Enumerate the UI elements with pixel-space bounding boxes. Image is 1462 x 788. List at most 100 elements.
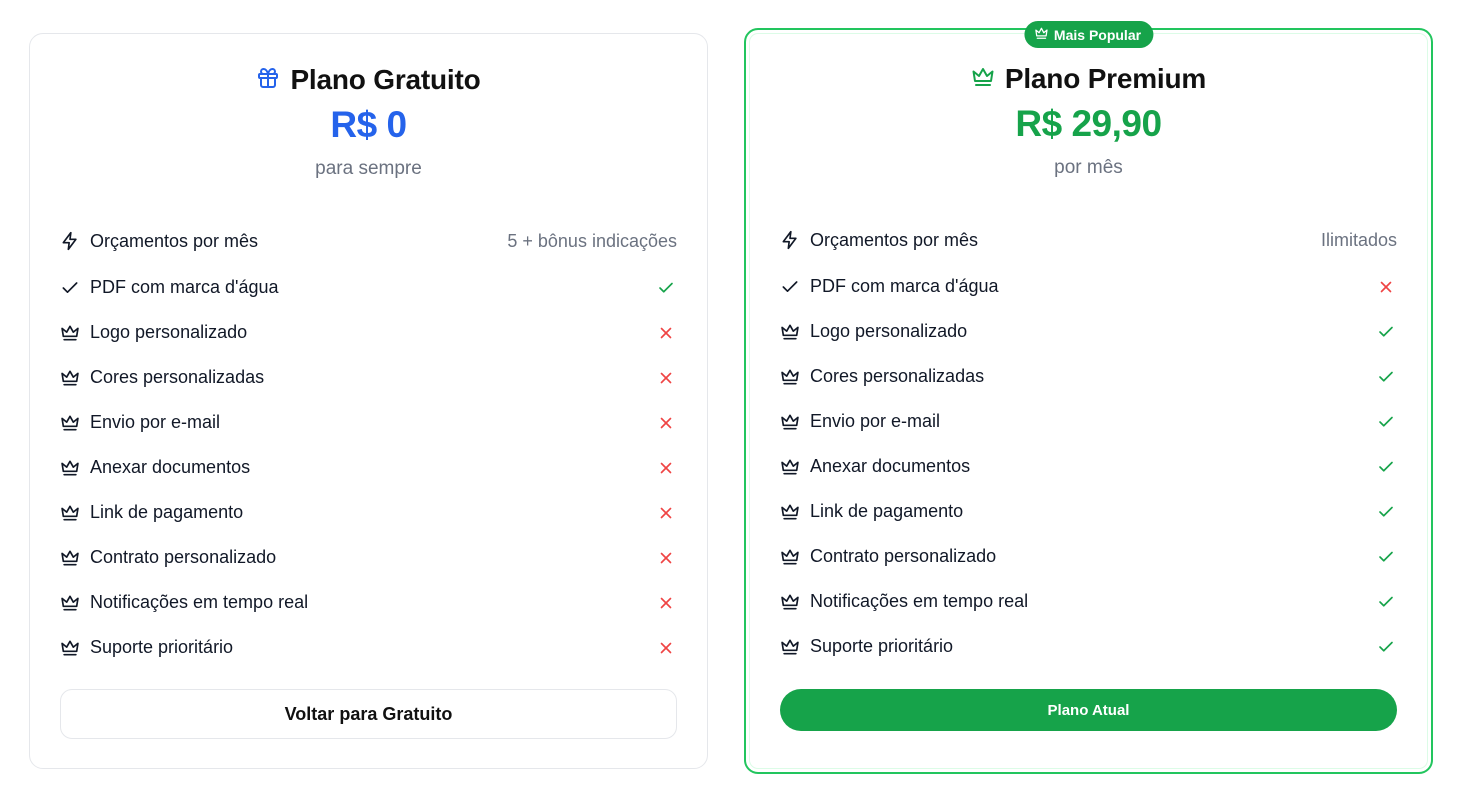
plan-period: por mês — [1054, 157, 1123, 178]
feature-list: Orçamentos por mês Ilimitados PDF com marc… — [780, 216, 1397, 669]
crown-icon — [780, 367, 800, 387]
crown-icon — [60, 413, 80, 433]
feature-label: Logo personalizado — [810, 321, 968, 341]
crown-icon — [60, 458, 80, 478]
feature-label: Anexar documentos — [810, 456, 971, 476]
feature-row: Anexar documentos — [60, 445, 677, 490]
feature-left: Envio por e-mail — [780, 411, 940, 432]
feature-left: Orçamentos por mês — [780, 230, 978, 251]
feature-label: Suporte prioritário — [810, 636, 954, 656]
check-icon — [60, 278, 80, 298]
crown-icon — [60, 368, 80, 388]
feature-label: Cores personalizadas — [90, 367, 265, 387]
excluded-x-icon — [657, 639, 677, 657]
feature-label: PDF com marca d'água — [810, 276, 999, 296]
feature-left: Logo personalizado — [60, 322, 247, 343]
crown-icon — [780, 637, 800, 657]
feature-label: Link de pagamento — [810, 501, 964, 521]
feature-row: Notificações em tempo real — [780, 579, 1397, 624]
crown-icon — [60, 323, 80, 343]
crown-icon — [60, 638, 80, 658]
feature-label: Link de pagamento — [90, 502, 244, 522]
feature-row: Link de pagamento — [780, 489, 1397, 534]
feature-row: Envio por e-mail — [60, 400, 677, 445]
feature-row: PDF com marca d'água — [60, 265, 677, 310]
premium-plan-card: Mais Popular Plano Premium R$ 29,90 por … — [744, 21, 1433, 774]
feature-left: Cores personalizadas — [60, 367, 264, 388]
crown-icon — [1034, 26, 1048, 43]
included-check-icon — [657, 279, 677, 297]
feature-left: Contrato personalizado — [60, 547, 276, 568]
feature-row: Contrato personalizado — [780, 534, 1397, 579]
excluded-x-icon — [657, 369, 677, 387]
included-check-icon — [1377, 413, 1397, 431]
feature-label: Notificações em tempo real — [810, 591, 1029, 611]
feature-list: Orçamentos por mês 5 + bônus indicações PD… — [60, 217, 677, 670]
plan-title: Plano Gratuito — [290, 64, 481, 95]
premium-plan-header: Plano Premium R$ 29,90 por mês — [746, 63, 1431, 179]
crown-icon — [60, 548, 80, 568]
excluded-x-icon — [657, 504, 677, 522]
feature-left: Envio por e-mail — [60, 412, 220, 433]
included-check-icon — [1377, 548, 1397, 566]
feature-row: Orçamentos por mês 5 + bônus indicações — [60, 217, 677, 265]
feature-row: Suporte prioritário — [60, 625, 677, 670]
badge-label: Mais Popular — [1053, 26, 1142, 43]
check-icon — [780, 277, 800, 297]
lightning-icon — [780, 230, 800, 250]
feature-row: Contrato personalizado — [60, 535, 677, 580]
feature-row: Logo personalizado — [60, 310, 677, 355]
feature-left: Anexar documentos — [60, 457, 250, 478]
lightning-icon — [60, 231, 80, 251]
crown-icon — [780, 502, 800, 522]
feature-label: Cores personalizadas — [810, 366, 985, 386]
feature-row: Orçamentos por mês Ilimitados — [780, 216, 1397, 264]
feature-label: Suporte prioritário — [90, 637, 234, 657]
back-to-free-button[interactable]: Voltar para Gratuito — [60, 689, 677, 739]
feature-label: PDF com marca d'água — [90, 277, 279, 297]
feature-label: Envio por e-mail — [90, 412, 221, 432]
crown-icon — [780, 322, 800, 342]
feature-left: PDF com marca d'água — [60, 277, 279, 298]
feature-left: Logo personalizado — [780, 321, 967, 342]
feature-left: Suporte prioritário — [780, 636, 953, 657]
excluded-x-icon — [657, 594, 677, 612]
feature-left: Orçamentos por mês — [60, 231, 258, 252]
excluded-x-icon — [657, 549, 677, 567]
included-check-icon — [1377, 458, 1397, 476]
feature-left: Anexar documentos — [780, 456, 970, 477]
feature-label: Orçamentos por mês — [90, 230, 259, 251]
included-check-icon — [1377, 323, 1397, 341]
included-check-icon — [1377, 503, 1397, 521]
most-popular-badge: Mais Popular — [1023, 21, 1154, 48]
feature-label: Contrato personalizado — [90, 547, 277, 567]
plan-price: R$ 0 — [330, 104, 407, 145]
included-check-icon — [1377, 368, 1397, 386]
feature-row: Anexar documentos — [780, 444, 1397, 489]
crown-icon — [780, 412, 800, 432]
feature-value: Ilimitados — [1320, 229, 1397, 250]
plan-period: para sempre — [315, 158, 422, 179]
excluded-x-icon — [1377, 278, 1397, 296]
feature-row: Cores personalizadas — [60, 355, 677, 400]
excluded-x-icon — [657, 414, 677, 432]
plan-price: R$ 29,90 — [1015, 103, 1162, 144]
crown-icon — [780, 592, 800, 612]
feature-label: Anexar documentos — [90, 457, 251, 477]
current-plan-button[interactable]: Plano Atual — [780, 689, 1397, 731]
crown-icon — [60, 503, 80, 523]
included-check-icon — [1377, 638, 1397, 656]
feature-left: Notificações em tempo real — [60, 592, 308, 613]
feature-row: Notificações em tempo real — [60, 580, 677, 625]
included-check-icon — [1377, 593, 1397, 611]
feature-label: Orçamentos por mês — [810, 229, 979, 250]
feature-label: Envio por e-mail — [810, 411, 941, 431]
feature-value: 5 + bônus indicações — [507, 230, 677, 251]
feature-left: Contrato personalizado — [780, 546, 996, 567]
excluded-x-icon — [657, 324, 677, 342]
feature-label: Notificações em tempo real — [90, 592, 309, 612]
plan-title: Plano Premium — [1004, 63, 1207, 94]
free-plan-card: Plano Gratuito R$ 0 para sempre Orçament… — [29, 33, 708, 769]
feature-left: Notificações em tempo real — [780, 591, 1028, 612]
feature-row: Logo personalizado — [780, 309, 1397, 354]
